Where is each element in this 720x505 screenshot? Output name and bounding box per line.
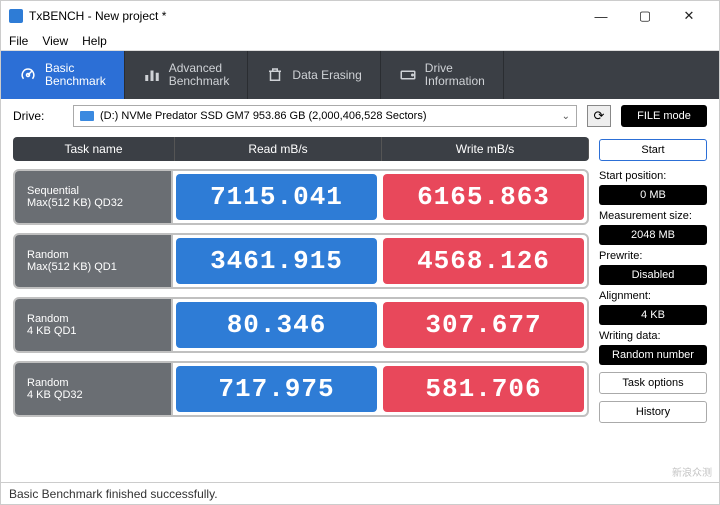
task-cell: Random 4 KB QD1 <box>15 299 173 351</box>
task-name-line1: Sequential <box>27 185 171 197</box>
tab-data-erasing[interactable]: Data Erasing <box>248 51 380 99</box>
read-value: 7115.041 <box>176 174 377 220</box>
drive-icon <box>399 66 417 84</box>
result-row: Sequential Max(512 KB) QD32 7115.041 616… <box>13 169 589 225</box>
task-options-button[interactable]: Task options <box>599 372 707 394</box>
chevron-down-icon: ⌄ <box>562 111 570 122</box>
write-value: 581.706 <box>383 366 584 412</box>
app-window: TxBENCH - New project * — ▢ ✕ File View … <box>0 0 720 505</box>
read-value: 80.346 <box>176 302 377 348</box>
start-button[interactable]: Start <box>599 139 707 161</box>
tab-strip: Basic Benchmark Advanced Benchmark Data … <box>1 51 719 99</box>
refresh-button[interactable]: ⟳ <box>587 105 611 127</box>
main-body: Task name Read mB/s Write mB/s Sequentia… <box>1 133 719 482</box>
status-text: Basic Benchmark finished successfully. <box>9 487 218 501</box>
read-value: 3461.915 <box>176 238 377 284</box>
task-name-line1: Random <box>27 377 171 389</box>
sidebar: Start Start position: 0 MB Measurement s… <box>599 137 707 474</box>
minimize-button[interactable]: — <box>579 2 623 30</box>
history-button[interactable]: History <box>599 401 707 423</box>
drive-row: Drive: (D:) NVMe Predator SSD GM7 953.86… <box>1 99 719 133</box>
tab-basic-benchmark[interactable]: Basic Benchmark <box>1 51 125 99</box>
start-position-label: Start position: <box>599 168 707 182</box>
prewrite-value[interactable]: Disabled <box>599 265 707 285</box>
measurement-size-label: Measurement size: <box>599 208 707 222</box>
tab-label: Basic Benchmark <box>45 62 106 88</box>
window-title: TxBENCH - New project * <box>29 9 166 23</box>
menu-help[interactable]: Help <box>82 34 107 48</box>
header-write: Write mB/s <box>382 137 589 161</box>
writing-data-value[interactable]: Random number <box>599 345 707 365</box>
maximize-button[interactable]: ▢ <box>623 2 667 30</box>
task-name-line1: Random <box>27 249 171 261</box>
tab-label: Data Erasing <box>292 68 361 82</box>
header-task: Task name <box>13 137 175 161</box>
task-name-line2: 4 KB QD32 <box>27 389 171 401</box>
drive-selected-text: (D:) NVMe Predator SSD GM7 953.86 GB (2,… <box>100 110 426 122</box>
erase-icon <box>266 66 284 84</box>
task-name-line2: 4 KB QD1 <box>27 325 171 337</box>
menubar: File View Help <box>1 31 719 51</box>
results-panel: Task name Read mB/s Write mB/s Sequentia… <box>13 137 589 474</box>
result-row: Random 4 KB QD32 717.975 581.706 <box>13 361 589 417</box>
status-bar: Basic Benchmark finished successfully. <box>1 482 719 504</box>
task-name-line2: Max(512 KB) QD32 <box>27 197 171 209</box>
tab-label: Drive Information <box>425 62 485 88</box>
tab-advanced-benchmark[interactable]: Advanced Benchmark <box>125 51 249 99</box>
tab-label: Advanced Benchmark <box>169 62 230 88</box>
task-cell: Sequential Max(512 KB) QD32 <box>15 171 173 223</box>
task-name-line1: Random <box>27 313 171 325</box>
result-row: Random Max(512 KB) QD1 3461.915 4568.126 <box>13 233 589 289</box>
header-read: Read mB/s <box>175 137 382 161</box>
writing-data-label: Writing data: <box>599 328 707 342</box>
results-header: Task name Read mB/s Write mB/s <box>13 137 589 161</box>
measurement-size-value[interactable]: 2048 MB <box>599 225 707 245</box>
task-name-line2: Max(512 KB) QD1 <box>27 261 171 273</box>
drive-label: Drive: <box>13 109 63 123</box>
file-mode-button[interactable]: FILE mode <box>621 105 707 127</box>
read-value: 717.975 <box>176 366 377 412</box>
write-value: 307.677 <box>383 302 584 348</box>
drive-select[interactable]: (D:) NVMe Predator SSD GM7 953.86 GB (2,… <box>73 105 577 127</box>
app-icon <box>9 9 23 23</box>
tab-drive-information[interactable]: Drive Information <box>381 51 504 99</box>
titlebar: TxBENCH - New project * — ▢ ✕ <box>1 1 719 31</box>
close-button[interactable]: ✕ <box>667 2 711 30</box>
bars-icon <box>143 66 161 84</box>
task-cell: Random 4 KB QD32 <box>15 363 173 415</box>
result-row: Random 4 KB QD1 80.346 307.677 <box>13 297 589 353</box>
task-cell: Random Max(512 KB) QD1 <box>15 235 173 287</box>
menu-file[interactable]: File <box>9 34 28 48</box>
disk-icon <box>80 111 94 121</box>
write-value: 4568.126 <box>383 238 584 284</box>
start-position-value[interactable]: 0 MB <box>599 185 707 205</box>
prewrite-label: Prewrite: <box>599 248 707 262</box>
alignment-value[interactable]: 4 KB <box>599 305 707 325</box>
menu-view[interactable]: View <box>42 34 68 48</box>
refresh-icon: ⟳ <box>594 108 605 124</box>
gauge-icon <box>19 66 37 84</box>
alignment-label: Alignment: <box>599 288 707 302</box>
write-value: 6165.863 <box>383 174 584 220</box>
